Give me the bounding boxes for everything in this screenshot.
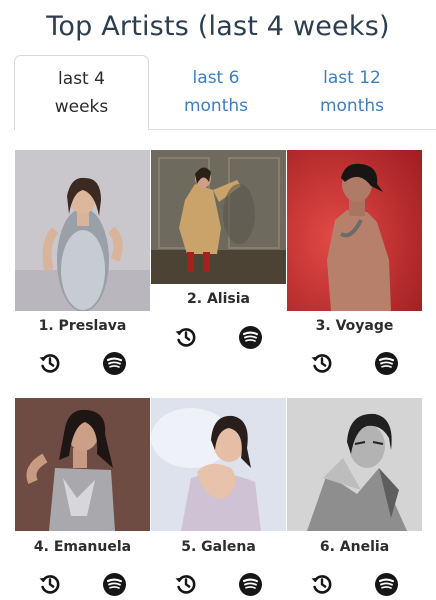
artist-card-2: 2. Alisia	[151, 150, 286, 360]
artist-actions	[151, 324, 286, 350]
tab-last-6-months[interactable]: last 6 months	[154, 55, 278, 129]
time-range-tabs: last 4 weeks last 6 months last 12 month…	[14, 55, 422, 131]
tabs-divider	[148, 129, 436, 130]
tab-label: last 12 months	[319, 68, 385, 116]
history-icon[interactable]	[173, 324, 199, 350]
history-icon[interactable]	[309, 571, 335, 597]
history-icon[interactable]	[309, 350, 335, 376]
artist-actions	[15, 571, 150, 597]
spotify-icon[interactable]	[101, 571, 127, 597]
tab-label: last 6 months	[183, 68, 249, 116]
artist-photo[interactable]	[15, 398, 150, 531]
artist-actions	[151, 571, 286, 597]
artist-actions	[287, 350, 422, 376]
artist-photo[interactable]	[15, 150, 150, 311]
artist-name[interactable]: 5. Galena	[151, 539, 286, 555]
artist-photo[interactable]	[151, 398, 286, 531]
artist-name[interactable]: 2. Alisia	[151, 291, 286, 307]
artist-name[interactable]: 1. Preslava	[15, 318, 150, 334]
artist-photo[interactable]	[151, 150, 286, 284]
artist-card-6: 6. Anelia	[287, 398, 422, 598]
tab-last-12-months[interactable]: last 12 months	[282, 55, 422, 129]
spotify-icon[interactable]	[373, 350, 399, 376]
tab-last-4-weeks[interactable]: last 4 weeks	[14, 55, 149, 130]
artist-actions	[287, 571, 422, 597]
artist-actions	[15, 350, 150, 376]
tab-label: last 4 weeks	[54, 69, 109, 117]
artist-photo[interactable]	[287, 150, 422, 311]
artist-card-5: 5. Galena	[151, 398, 286, 598]
page-title: Top Artists (last 4 weeks)	[46, 11, 390, 42]
history-icon[interactable]	[37, 350, 63, 376]
artist-photo[interactable]	[287, 398, 422, 531]
artist-card-4: 4. Emanuela	[15, 398, 150, 598]
artist-card-1: 1. Preslava	[15, 150, 150, 380]
spotify-icon[interactable]	[101, 350, 127, 376]
artist-name[interactable]: 4. Emanuela	[15, 539, 150, 555]
artist-name[interactable]: 3. Voyage	[287, 318, 422, 334]
artist-name[interactable]: 6. Anelia	[287, 539, 422, 555]
spotify-icon[interactable]	[237, 324, 263, 350]
history-icon[interactable]	[173, 571, 199, 597]
spotify-icon[interactable]	[237, 571, 263, 597]
artist-card-3: 3. Voyage	[287, 150, 422, 380]
history-icon[interactable]	[37, 571, 63, 597]
spotify-icon[interactable]	[373, 571, 399, 597]
